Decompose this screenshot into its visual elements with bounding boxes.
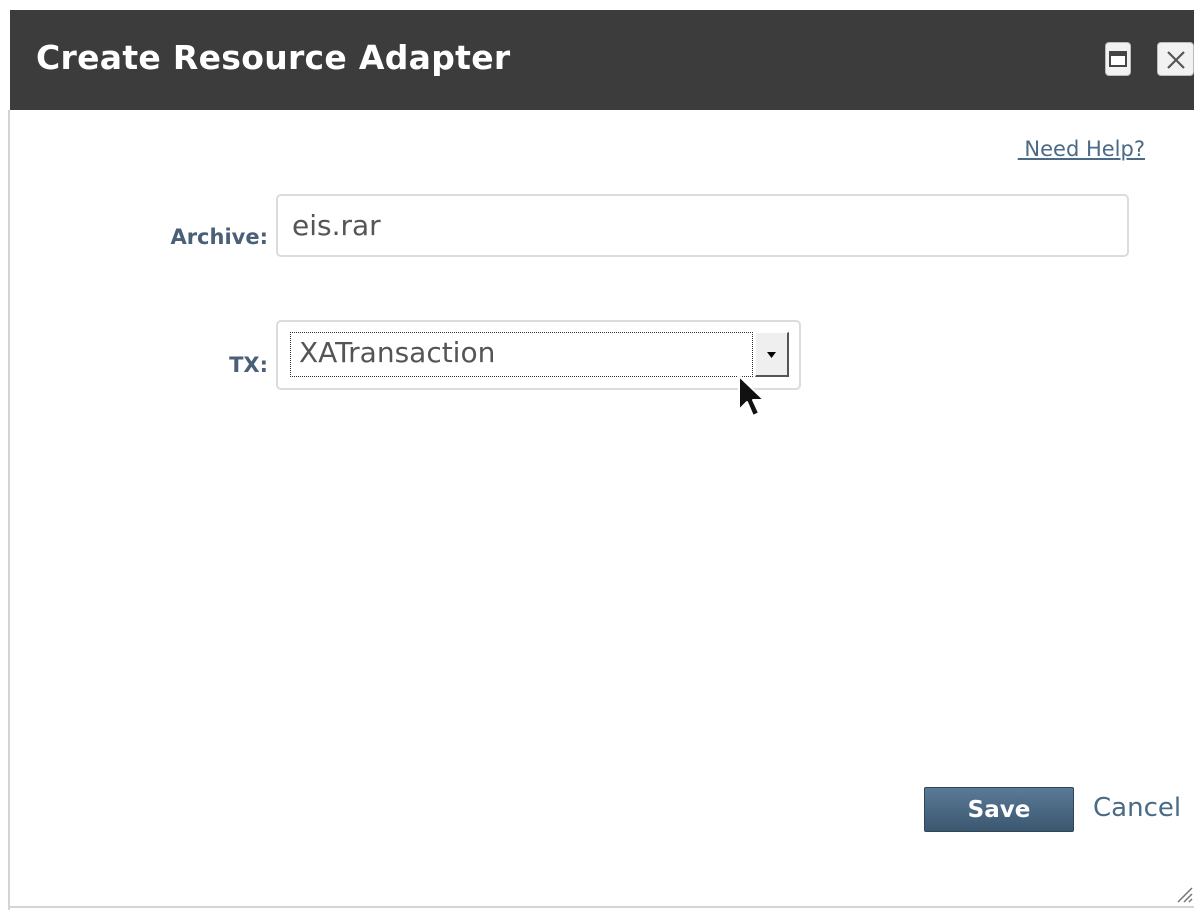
dialog-titlebar[interactable]: Create Resource Adapter (10, 10, 1194, 110)
need-help-link[interactable]: Need Help? (1018, 137, 1145, 161)
dialog-title: Create Resource Adapter (36, 38, 511, 77)
mouse-pointer-icon (738, 375, 765, 417)
chevron-down-icon (767, 352, 776, 358)
tx-label: TX: (229, 353, 268, 377)
archive-label: Archive: (170, 225, 268, 249)
create-resource-adapter-dialog: Create Resource Adapter Need Help? Archi… (0, 0, 1194, 910)
tx-select[interactable]: XATransaction (276, 320, 801, 390)
archive-input[interactable] (276, 194, 1129, 257)
dialog-left-border (8, 110, 10, 910)
tx-selected-value: XATransaction (299, 336, 496, 369)
tx-select-focus-ring: XATransaction (290, 332, 753, 377)
resize-grip-icon[interactable] (1170, 880, 1194, 904)
maximize-button[interactable] (1105, 42, 1131, 76)
dialog-bottom-border (8, 906, 1194, 908)
close-icon (1167, 51, 1185, 69)
maximize-icon (1109, 51, 1127, 67)
close-button[interactable] (1157, 42, 1194, 76)
cancel-link[interactable]: Cancel (1093, 793, 1181, 823)
tx-dropdown-button[interactable] (755, 332, 789, 377)
save-button[interactable]: Save (924, 787, 1074, 832)
top-strip (0, 0, 1194, 10)
